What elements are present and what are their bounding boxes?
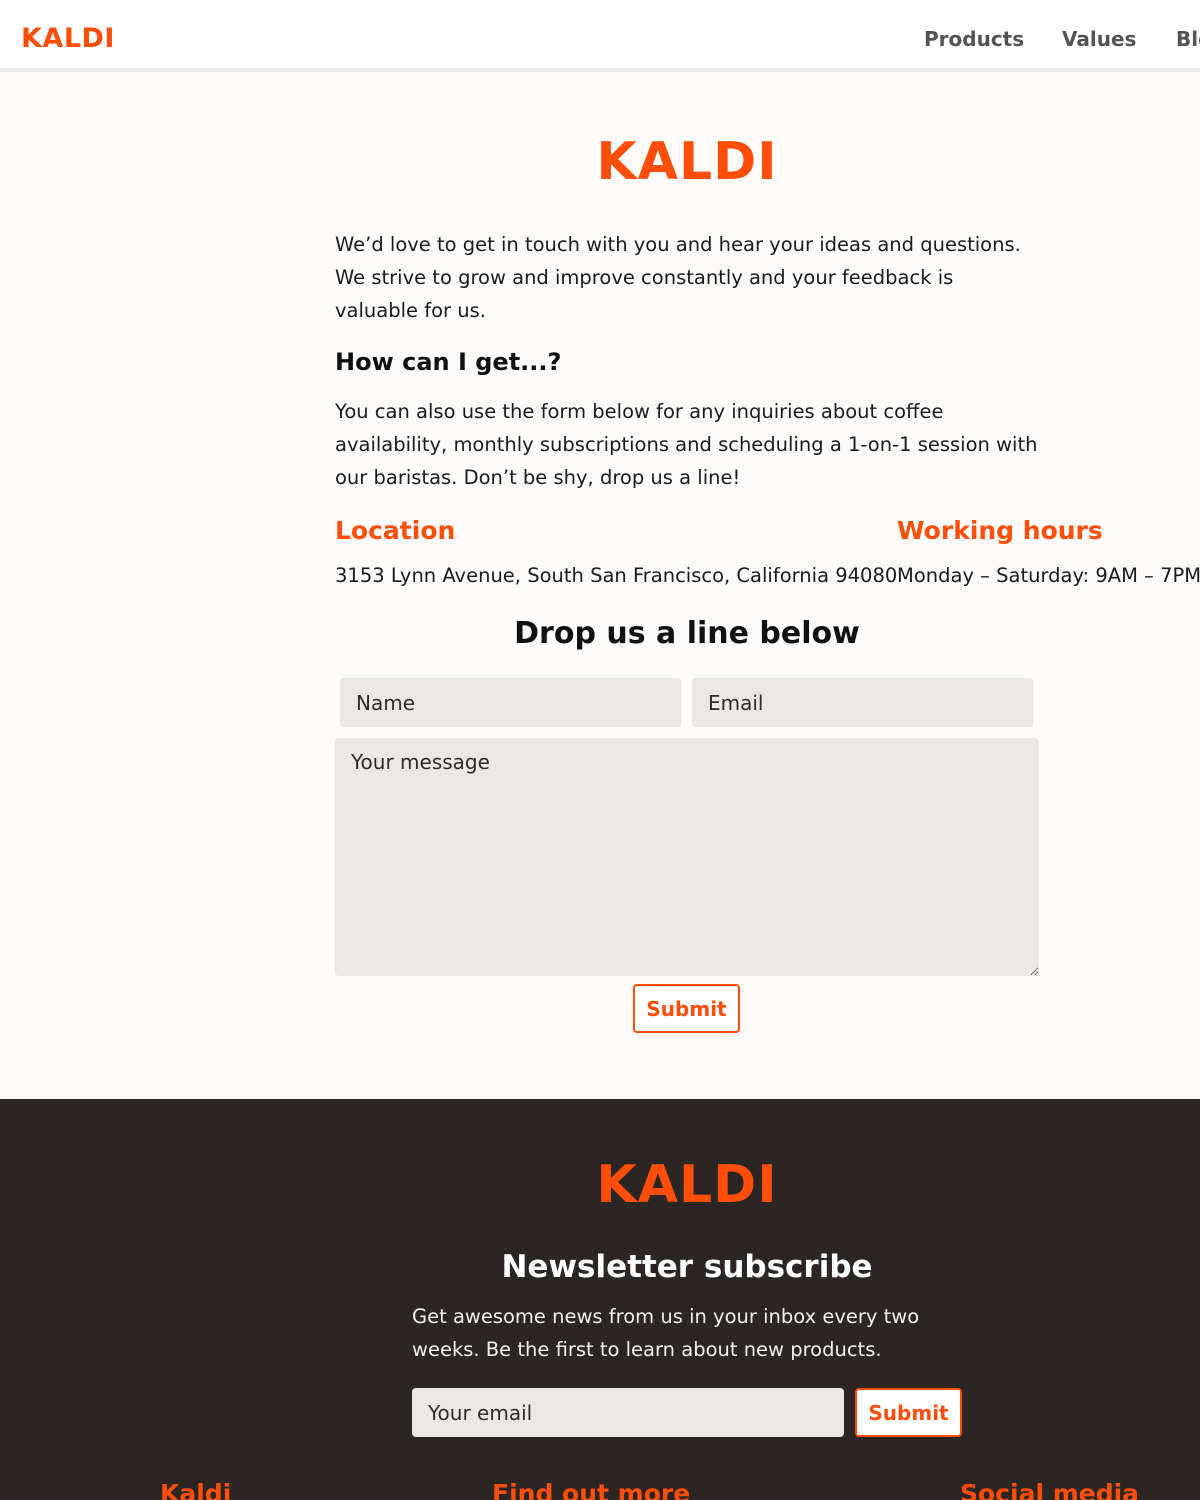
working-hours-value: Monday – Saturday: 9AM – 7PM [897,564,1200,587]
nav-link-blog[interactable]: Blog [1176,27,1200,51]
contact-submit-button[interactable]: Submit [633,984,740,1033]
page-logo: KALDI [596,132,778,192]
newsletter-heading: Newsletter subscribe [501,1249,873,1285]
newsletter-email-input[interactable] [412,1388,844,1437]
brand-logo-link[interactable]: KALDI [21,23,115,54]
contact-section: KALDI We’d love to get in touch with you… [0,76,1200,1099]
footer-column-find-out-more: Find out more [492,1479,691,1500]
working-hours-label: Working hours [897,516,1103,545]
footer-logo: KALDI [596,1155,778,1215]
footer-column-social-media: Social media [960,1479,1140,1500]
footer-column-kaldi: Kaldi [160,1479,232,1500]
location-address: 3153 Lynn Avenue, South San Francisco, C… [335,564,898,587]
top-navbar: KALDI Products Values Blog [0,0,1200,72]
newsletter-submit-button[interactable]: Submit [855,1388,962,1437]
site-footer: KALDI Newsletter subscribe Get awesome n… [0,1099,1200,1500]
location-label: Location [335,516,456,545]
intro-paragraph: We’d love to get in touch with you and h… [335,233,1021,322]
form-heading: Drop us a line below [514,616,860,651]
nav-link-values[interactable]: Values [1062,27,1136,51]
nav-link-products[interactable]: Products [924,27,1024,51]
newsletter-description: Get awesome news from us in your inbox e… [412,1305,920,1361]
how-paragraph: You can also use the form below for any … [335,400,1038,489]
email-input[interactable] [692,678,1033,727]
how-heading: How can I get...? [335,348,562,376]
name-input[interactable] [340,678,681,727]
message-textarea[interactable] [335,738,1039,976]
